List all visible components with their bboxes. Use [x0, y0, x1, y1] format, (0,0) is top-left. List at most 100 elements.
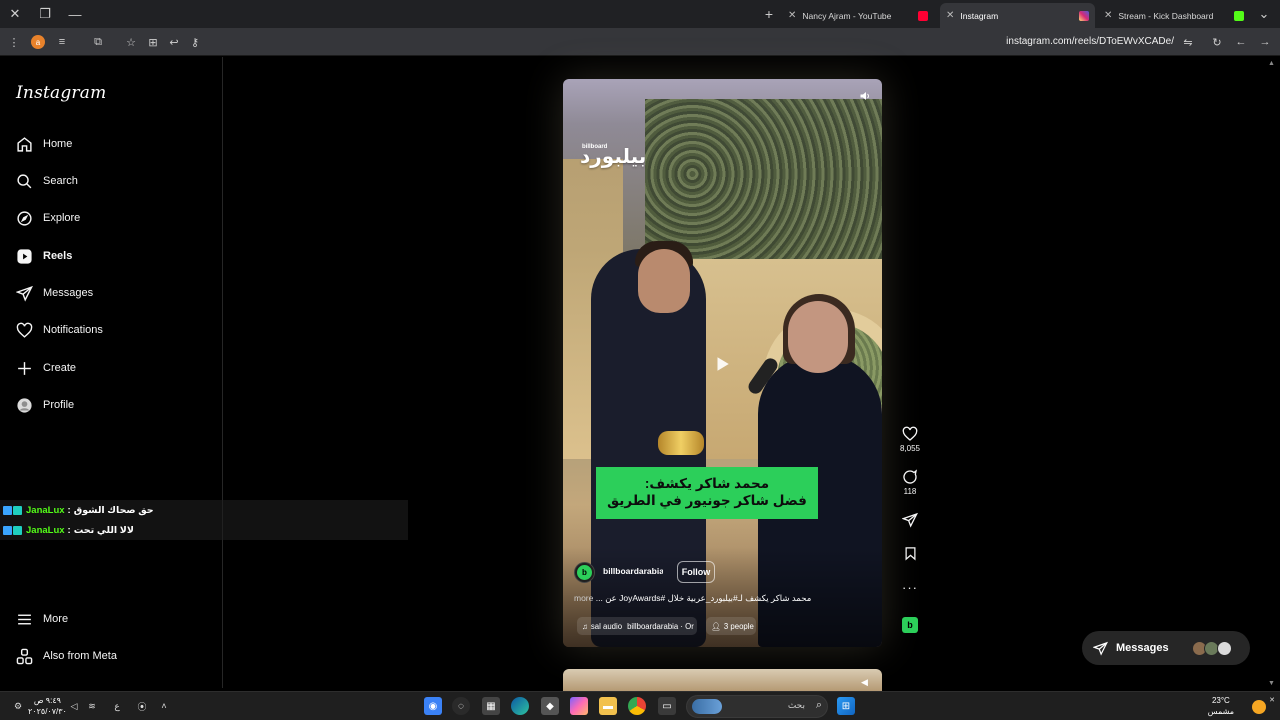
video-person: [788, 301, 848, 373]
weather-widget[interactable]: 23°C مشمس: [1208, 695, 1234, 717]
reload-icon[interactable]: ↻: [1209, 34, 1225, 50]
audio-chip[interactable]: ♫ sal audio billboardarabia · Or: [577, 617, 697, 635]
billboard-arabic-logo: بيلبورد: [580, 146, 647, 168]
more-link[interactable]: more: [574, 593, 593, 603]
chrome-browser-icon[interactable]: [628, 697, 646, 715]
comment-button[interactable]: 118: [898, 469, 922, 496]
sidebar-item-label: Explore: [43, 212, 81, 224]
badge-icon: [13, 525, 22, 535]
comment-count: 118: [903, 487, 917, 496]
browser-tab-bar: ✕ ❐ — + ✕ Nancy Ajram - YouTube ✕ Instag…: [0, 0, 1280, 28]
sidebar-item-search[interactable]: Search: [14, 167, 204, 195]
account-name[interactable]: billboardarabia: [603, 566, 663, 576]
instagram-logo[interactable]: Instagram: [16, 83, 106, 103]
app-icon[interactable]: ◌: [452, 697, 470, 715]
save-button[interactable]: [898, 546, 922, 561]
app-icon[interactable]: ▭: [658, 697, 676, 715]
bookmark-star-icon[interactable]: ☆: [123, 34, 139, 50]
tab-instagram[interactable]: ✕ Instagram: [940, 3, 1095, 28]
reel-video[interactable]: billboard بيلبورد محمد شاكر يكشف: فضل شا…: [563, 79, 882, 647]
audio-thumbnail[interactable]: b: [902, 617, 918, 633]
sidebar-item-label: Search: [43, 175, 78, 187]
close-window-icon[interactable]: ✕: [0, 0, 30, 28]
settings-gear-icon[interactable]: ⚙: [12, 700, 24, 712]
heart-icon: [902, 426, 918, 441]
app-icon[interactable]: ◆: [541, 697, 559, 715]
sidebar-item-profile[interactable]: Profile: [14, 391, 204, 419]
scroll-up-arrow-icon[interactable]: ▲: [1268, 60, 1276, 68]
badge-icon: [3, 525, 12, 535]
app-icon[interactable]: ◉: [424, 697, 442, 715]
tray-overflow-icon[interactable]: ˄: [158, 700, 170, 712]
address-bar: ⋮ a ≡ ⧉ ☆ ⊞ ↩ ⚷ instagram.com/reels/DToE…: [0, 28, 1280, 56]
microphone-icon[interactable]: ⦿: [136, 700, 148, 712]
copilot-icon[interactable]: [570, 697, 588, 715]
extensions-icon[interactable]: ⧉: [90, 34, 106, 50]
like-button[interactable]: 8,055: [898, 426, 922, 453]
sidebar-item-label: Home: [43, 138, 73, 150]
tab-search-icon[interactable]: ⌄: [1252, 0, 1276, 28]
sidebar-item-label: Profile: [43, 399, 75, 411]
wifi-icon[interactable]: ≋: [86, 700, 98, 712]
share-button[interactable]: [898, 512, 922, 528]
search-highlight-image: [692, 699, 722, 714]
file-explorer-icon[interactable]: ▬: [599, 697, 617, 715]
tab-close-icon[interactable]: ✕: [788, 10, 796, 21]
windows-start-icon[interactable]: ⊞: [837, 697, 855, 715]
site-settings-icon[interactable]: ⇋: [1180, 34, 1196, 50]
clock-date: ٢٠٢٥/٠٧/٣٠: [28, 707, 67, 716]
sidebar-item-reels[interactable]: Reels: [14, 242, 204, 270]
restore-window-icon[interactable]: ❐: [30, 0, 60, 28]
volume-icon[interactable]: ◀: [861, 677, 873, 689]
tab-kick[interactable]: ✕ Stream - Kick Dashboard: [1098, 3, 1250, 28]
tab-youtube[interactable]: ✕ Nancy Ajram - YouTube: [782, 3, 934, 28]
tab-close-icon[interactable]: ✕: [1104, 10, 1112, 21]
taskbar-clock[interactable]: ٩:٤٩ ص ٢٠٢٥/٠٧/٣٠: [28, 695, 67, 717]
next-reel-preview[interactable]: ◀: [563, 669, 882, 691]
play-icon[interactable]: [710, 352, 734, 376]
messages-pill[interactable]: Messages: [1082, 631, 1250, 665]
tab-close-icon[interactable]: ✕: [946, 10, 954, 21]
sidebar-item-more[interactable]: More: [14, 605, 204, 633]
reel-description[interactable]: محمد شاكر يكشف لـ#بيلبورد_عربية خلال #Jo…: [574, 593, 874, 604]
install-app-icon[interactable]: ⊞: [145, 34, 161, 50]
password-key-icon[interactable]: ⚷: [187, 34, 203, 50]
back-icon[interactable]: ←: [1233, 34, 1249, 50]
video-person: [638, 249, 690, 313]
menu-dots-icon[interactable]: ⋮: [6, 34, 22, 50]
follow-button[interactable]: Follow: [677, 561, 715, 583]
forward-icon[interactable]: →: [1257, 34, 1273, 50]
sidebar-item-also-from-meta[interactable]: Also from Meta: [14, 642, 204, 670]
messages-icon: [14, 283, 34, 303]
store-icon[interactable]: ▦: [482, 697, 500, 715]
sidebar-item-messages[interactable]: Messages: [14, 279, 204, 307]
minimize-window-icon[interactable]: —: [60, 0, 90, 28]
sidebar-item-create[interactable]: Create: [14, 354, 204, 382]
scroll-down-arrow-icon[interactable]: ▼: [1268, 680, 1276, 688]
video-trophy: [658, 431, 704, 455]
temperature: 23°C: [1211, 696, 1230, 705]
account-avatar[interactable]: b: [574, 562, 595, 583]
taskbar-search[interactable]: بحث ⌕: [686, 695, 828, 718]
sidebar-item-notifications[interactable]: Notifications: [14, 316, 204, 344]
volume-icon[interactable]: ◁: [68, 700, 80, 712]
profile-avatar[interactable]: a: [30, 34, 46, 50]
tagged-people-chip[interactable]: 👤︎ 3 people: [706, 617, 756, 635]
tab-label: Nancy Ajram - YouTube: [802, 10, 892, 21]
reading-list-icon[interactable]: ≡: [54, 34, 70, 50]
caption-line: فضل شاكر جونيور في الطريق: [607, 493, 807, 508]
audio-title: sal audio: [590, 621, 623, 631]
edge-browser-icon[interactable]: [511, 697, 529, 715]
new-tab-button[interactable]: +: [761, 4, 777, 24]
language-indicator[interactable]: ع: [111, 700, 123, 712]
volume-icon[interactable]: [856, 87, 874, 105]
url-field[interactable]: instagram.com/reels/DToEWvXCADe/: [1006, 34, 1174, 50]
home-icon: [14, 134, 34, 154]
weather-condition: مشمس: [1207, 707, 1234, 716]
avatar: [1217, 641, 1232, 656]
notification-badge-icon[interactable]: ✕: [1266, 694, 1278, 706]
sidebar-item-explore[interactable]: Explore: [14, 204, 204, 232]
more-options-button[interactable]: ···: [898, 581, 922, 594]
sidebar-item-home[interactable]: Home: [14, 130, 204, 158]
share-icon[interactable]: ↩: [166, 34, 182, 50]
